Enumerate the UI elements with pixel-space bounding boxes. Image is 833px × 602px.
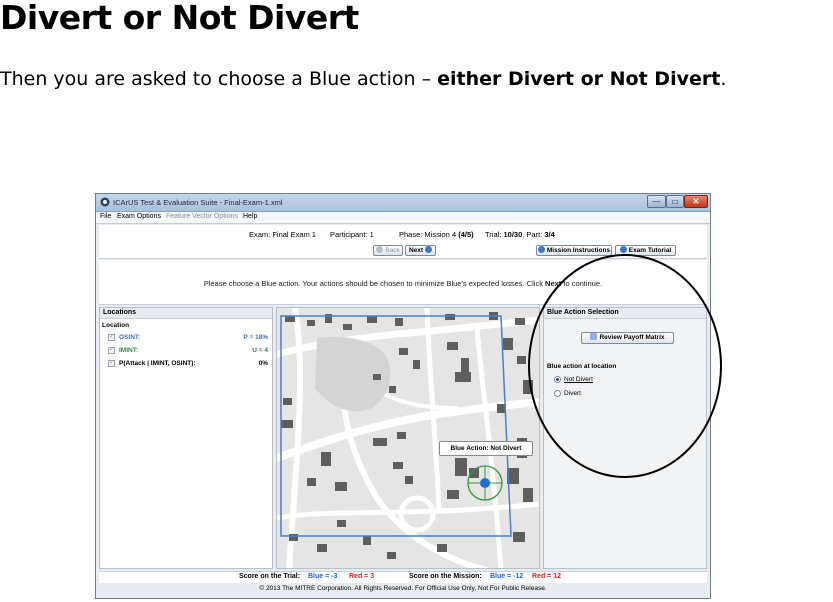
menu-feature-vector-options[interactable]: Feature Vector Options (166, 213, 238, 220)
slide-title: Divert or Not Divert (0, 0, 359, 37)
maximize-button[interactable]: ▭ (666, 195, 684, 208)
menu-file[interactable]: File (100, 213, 111, 220)
map-view[interactable]: Blue Action: Not Divert (276, 307, 540, 569)
pattack-checkbox[interactable]: ✓ (108, 360, 115, 367)
location-section-label: Location (102, 322, 130, 329)
imint-value: U = 4 (252, 347, 268, 354)
pattack-row: ✓ P(Attack | IMINT, OSINT): 0% (100, 359, 272, 369)
phase-label: Phase: Mission 4 (4/5) (399, 230, 474, 239)
imint-label: IMINT: (119, 347, 139, 354)
mission-score-label: Score on the Mission: (409, 573, 482, 580)
mission-instructions-button[interactable]: Mission Instructions (536, 245, 612, 256)
trial-blue-score: Blue = -3 (308, 573, 338, 580)
back-button-label: Back (385, 247, 400, 254)
close-button[interactable]: ✕ (684, 195, 708, 208)
next-arrow-icon (425, 246, 433, 253)
trial-label: Trial: 10/30, Part: 3/4 (485, 230, 555, 239)
locations-header: Locations (100, 308, 272, 319)
imint-row: ✓ IMINT: U = 4 (100, 346, 272, 356)
imint-checkbox[interactable]: ✓ (108, 347, 115, 354)
mission-red-score: Red = 12 (532, 573, 561, 580)
slide-subtitle: Then you are asked to choose a Blue acti… (0, 68, 726, 90)
window-title: ICArUS Test & Evaluation Suite - Final-E… (113, 198, 283, 207)
tutorial-icon (619, 246, 627, 253)
trial-score-label: Score on the Trial: (239, 573, 301, 580)
trial-progress: 10/30 (503, 230, 523, 239)
exam-label: Exam: Final Exam 1 (249, 230, 317, 239)
map-canvas (277, 308, 539, 568)
locations-panel: Locations Location ✓ OSINT: P = 18% ✓ IM… (99, 307, 273, 569)
title-bar: ICArUS Test & Evaluation Suite - Final-E… (96, 194, 710, 212)
part-progress: 3/4 (544, 230, 555, 239)
osint-row: ✓ OSINT: P = 18% (100, 333, 272, 343)
exam-tutorial-label: Exam Tutorial (628, 247, 672, 254)
pattack-label: P(Attack | IMINT, OSINT): (119, 360, 196, 367)
subtitle-end: . (720, 68, 727, 90)
menu-help[interactable]: Help (243, 213, 257, 220)
subtitle-text: Then you are asked to choose a Blue acti… (0, 68, 438, 90)
menu-bar: File Exam Options Feature Vector Options… (96, 212, 710, 224)
phase-text: Phase: Mission 4 (399, 230, 459, 239)
blue-action-callout: Blue Action: Not Divert (439, 441, 533, 456)
highlight-ellipse (528, 254, 722, 478)
app-icon (100, 197, 110, 207)
minimize-button[interactable]: — (647, 195, 666, 208)
next-button[interactable]: Next (405, 245, 436, 256)
part-text: , Part: (522, 230, 545, 239)
back-button[interactable]: Back (373, 245, 403, 256)
mission-instructions-label: Mission Instructions (546, 247, 611, 254)
score-bar: Score on the Trial: Blue = -3 Red = 3 Sc… (99, 571, 707, 583)
mission-blue-score: Blue = -12 (490, 573, 524, 580)
osint-label: OSINT: (119, 334, 141, 341)
pattack-value: 0% (258, 360, 268, 367)
instruction-text: Please choose a Blue action. Your action… (203, 279, 546, 288)
help-icon (537, 246, 545, 253)
next-button-label: Next (408, 247, 424, 254)
osint-value: P = 18% (243, 334, 268, 341)
menu-exam-options[interactable]: Exam Options (117, 213, 161, 220)
participant-label: Participant: 1 (330, 230, 374, 239)
phase-progress: (4/5) (458, 230, 474, 239)
trial-text: Trial: (485, 230, 504, 239)
osint-checkbox[interactable]: ✓ (108, 334, 115, 341)
trial-red-score: Red = 3 (349, 573, 375, 580)
back-arrow-icon (376, 246, 384, 253)
blue-location-marker[interactable] (480, 478, 490, 488)
copyright-footer: © 2013 The MITRE Corporation. All Rights… (99, 583, 707, 594)
subtitle-emphasis: either Divert or Not Divert (437, 68, 721, 90)
